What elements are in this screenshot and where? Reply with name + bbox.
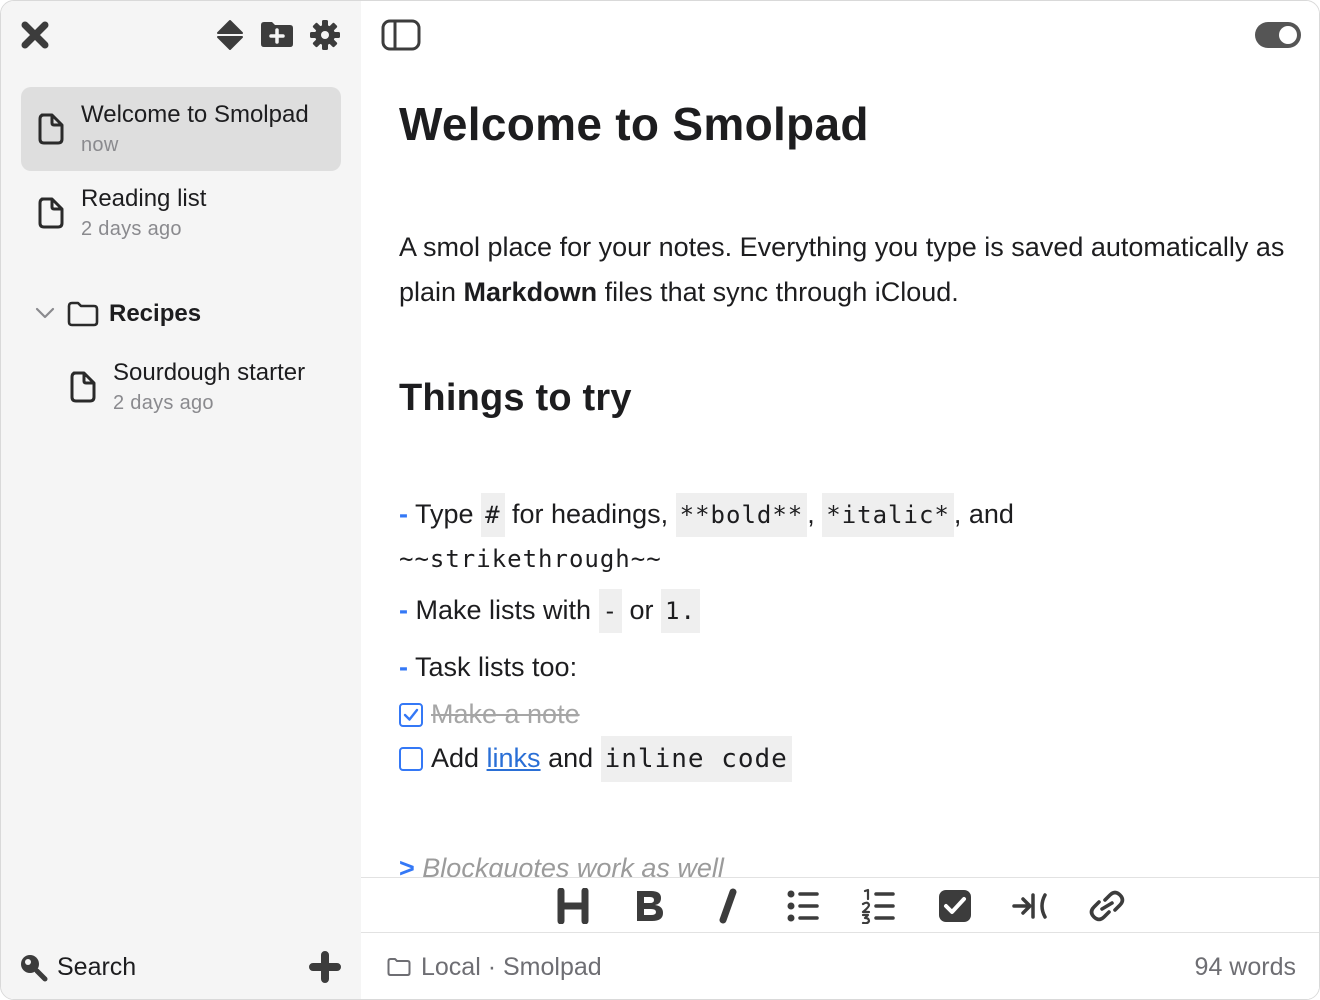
item-text: , [807,499,823,529]
note-heading: Welcome to Smolpad [399,98,869,150]
item-text: Task lists too: [415,652,578,682]
list-item: - Type # for headings, **bold**, *italic… [399,493,1014,537]
heading-icon[interactable] [555,887,595,925]
blockquote: > Blockquotes work as well [399,853,724,877]
intro-text-end: files that sync through iCloud. [597,277,959,307]
inline-code: # [481,493,505,537]
markdown-editor[interactable]: Welcome to Smolpad A smol place for your… [399,1,1299,877]
folder-recipes[interactable]: Recipes [21,291,341,337]
list-marker: - [399,595,408,625]
note-item-reading-list[interactable]: Reading list 2 days ago [21,171,341,255]
indent-icon[interactable] [1011,888,1051,924]
note-timestamp: 2 days ago [113,392,214,414]
sidebar-toolbar [1,1,361,71]
item-text: for headings, [504,499,676,529]
format-toolbar [361,877,1319,933]
link-icon[interactable] [1087,888,1127,924]
status-bar: Local · Smolpad 94 words [361,933,1319,999]
list-item: - Task lists too: [399,652,577,683]
list-marker: - [399,499,408,529]
note-timestamp: now [81,134,119,156]
checkbox-icon[interactable] [935,888,975,924]
intro-bold: Markdown [463,277,598,307]
note-timestamp: 2 days ago [81,218,182,240]
document-icon [38,197,64,229]
item-text: or [622,595,662,625]
bold-icon[interactable] [631,888,671,924]
document-icon [38,113,64,145]
sort-icon[interactable] [215,19,245,51]
close-icon[interactable] [19,19,51,51]
sidebar: Welcome to Smolpad now Reading list 2 da… [1,1,361,999]
chevron-down-icon[interactable] [35,306,55,320]
task-text: Make a note [431,699,580,729]
document-icon [70,371,96,403]
inline-code: 1. [661,589,700,633]
inline-code: **bold** [675,493,808,537]
inline-code: inline code [600,736,792,782]
item-text: Type [415,499,482,529]
task-item: Make a note [399,699,580,730]
inline-code: - [598,589,623,633]
note-item-welcome[interactable]: Welcome to Smolpad now [21,87,341,171]
italic-icon[interactable] [707,888,747,924]
search-icon [19,953,49,983]
list-item: - Make lists with - or 1. [399,589,700,633]
new-folder-icon[interactable] [259,19,295,49]
task-checkbox-checked[interactable] [399,703,423,727]
task-item: Add links and inline code [399,736,792,782]
search-label: Search [57,953,137,981]
intro-paragraph: A smol place for your notes. Everything … [399,225,1299,315]
inline-code: *italic* [822,493,954,537]
add-note-icon[interactable] [309,951,341,983]
bullet-list-icon[interactable] [783,888,823,924]
note-title: Welcome to Smolpad [81,101,309,128]
list-marker: - [399,652,408,682]
section-heading: Things to try [399,377,632,419]
note-title: Sourdough starter [113,359,306,386]
folder-icon [67,300,99,328]
editor-pane: Welcome to Smolpad A smol place for your… [361,1,1319,999]
note-location[interactable]: Local · Smolpad [421,953,602,982]
item-text: , and [953,499,1014,529]
item-text: Make lists with [415,595,599,625]
note-item-sourdough[interactable]: Sourdough starter 2 days ago [53,345,341,429]
quote-text: Blockquotes work as well [422,853,724,877]
list-item-continued: ~~strikethrough~~ [399,545,662,573]
app-window: Welcome to Smolpad now Reading list 2 da… [0,0,1320,1000]
gear-icon[interactable] [309,19,341,51]
word-count: 94 words [1194,953,1296,981]
task-text: and [540,743,601,773]
folder-icon [387,957,411,977]
numbered-list-icon[interactable] [859,888,899,925]
note-title: Reading list [81,185,207,212]
task-text: Add [431,743,487,773]
quote-marker: > [399,853,415,877]
inline-link[interactable]: links [487,743,541,773]
folder-label: Recipes [109,300,202,327]
task-checkbox[interactable] [399,747,423,771]
